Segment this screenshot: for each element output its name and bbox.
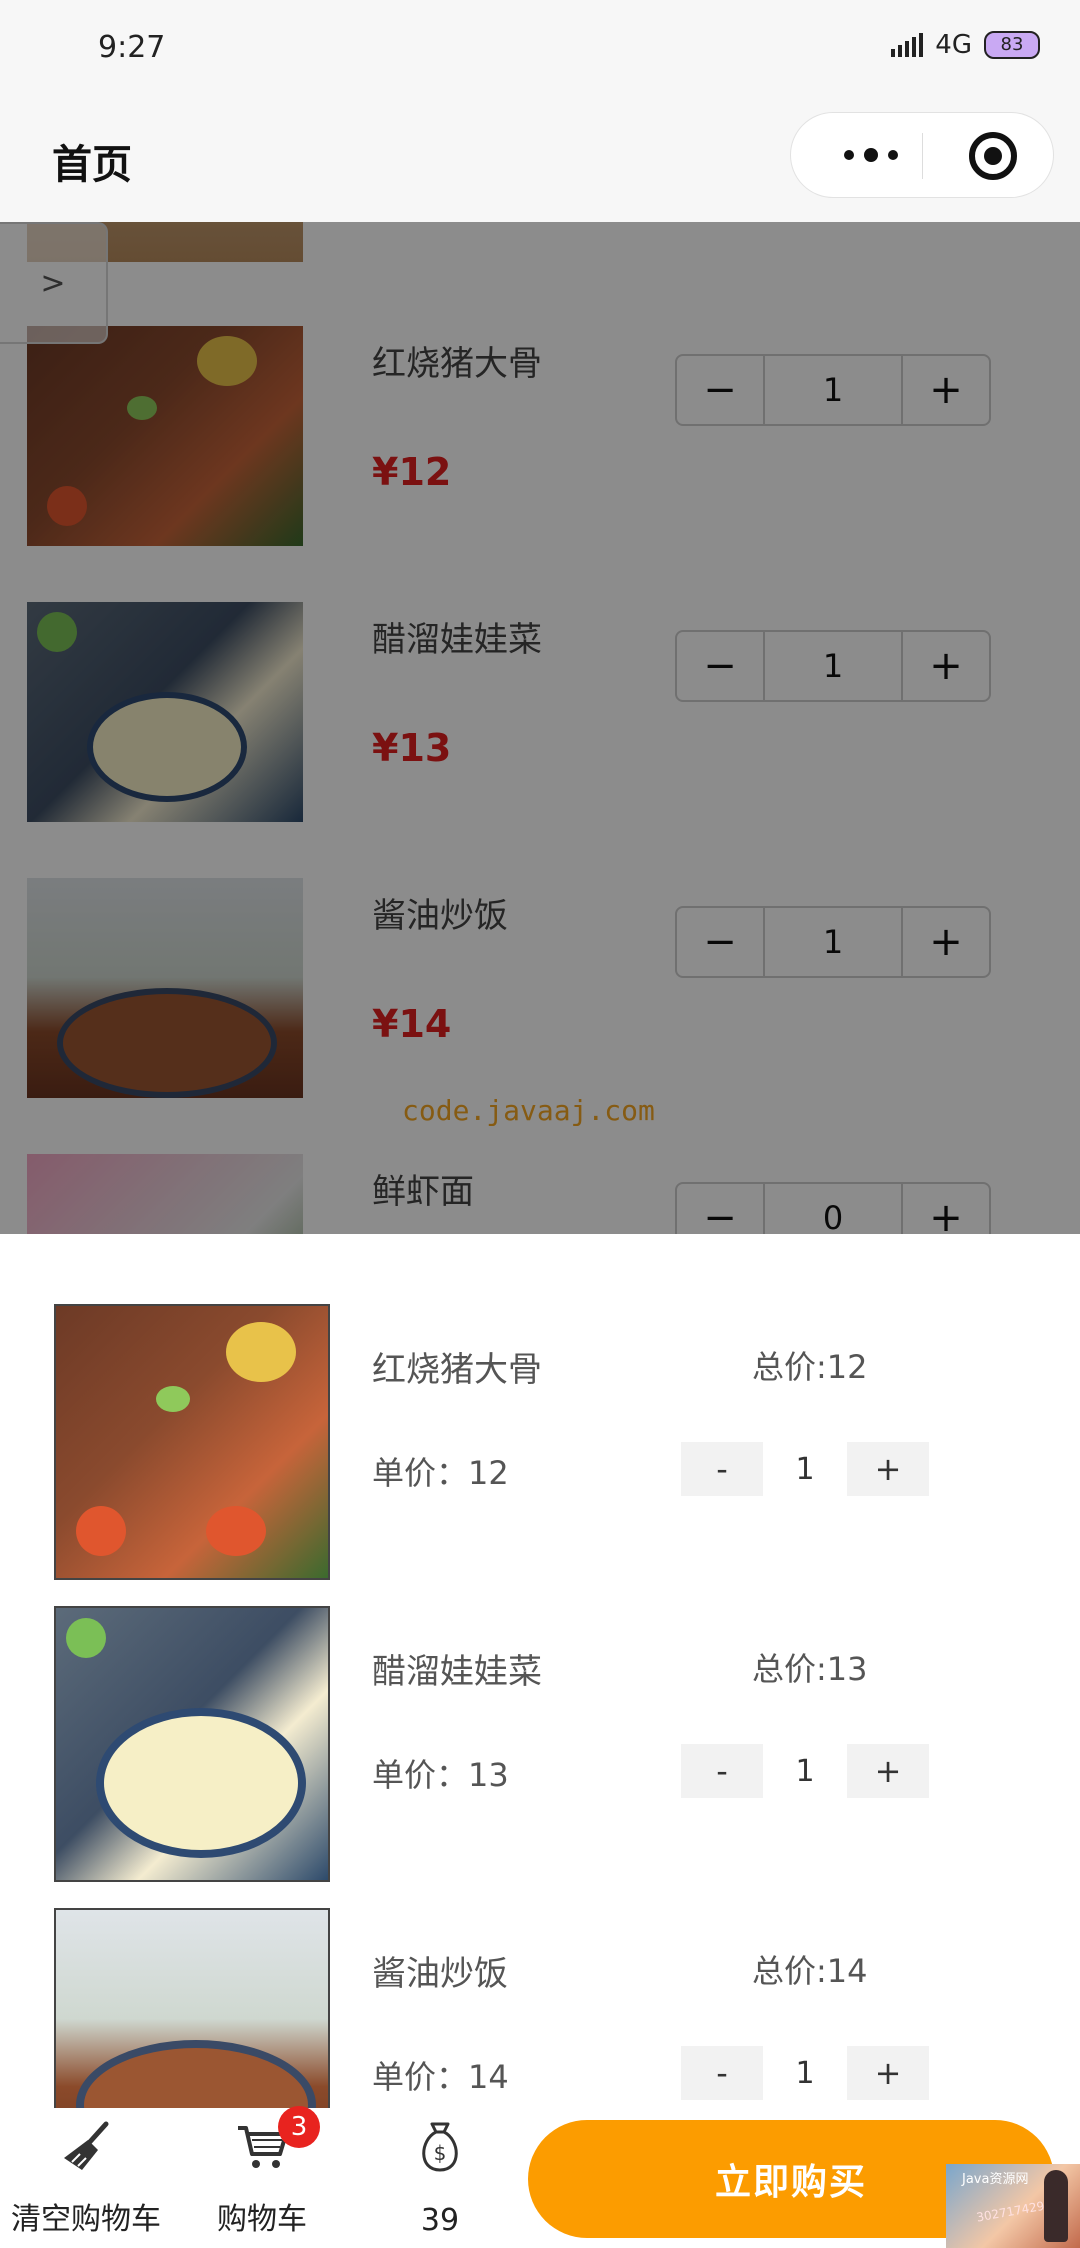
network-type: 4G [935, 30, 972, 60]
quantity-value: 1 [795, 2055, 815, 2091]
clear-cart-button[interactable]: 清空购物车 [4, 2118, 168, 2238]
page-title: 首页 [52, 142, 132, 188]
clear-cart-label: 清空购物车 [11, 2202, 161, 2237]
cart-item: 酱油炒饭 单价：14 总价:14 - 1 + [0, 1838, 1080, 2108]
status-icons: 4G 83 [891, 30, 1040, 60]
watermark-qq: 3027174292 [975, 2197, 1053, 2225]
cart-item-unit-price: 单价：13 [372, 1756, 509, 1794]
decrease-button[interactable]: - [681, 2046, 763, 2100]
cart-icon: 3 [234, 2106, 320, 2174]
cart-item-total: 总价:12 [752, 1348, 868, 1386]
cart-item-name: 醋溜娃娃菜 [372, 1652, 542, 1692]
more-icon[interactable] [831, 135, 911, 175]
status-bar: 9:27 4G 83 [0, 0, 1080, 100]
nav-header: 首页 [0, 100, 1080, 222]
status-time: 9:27 [98, 30, 166, 65]
quantity-value: 1 [795, 1753, 815, 1789]
miniprogram-capsule [790, 112, 1054, 198]
decrease-button[interactable]: - [681, 1744, 763, 1798]
corner-watermark-image: Java资源网 3027174292 [946, 2164, 1080, 2248]
increase-button[interactable]: + [847, 1442, 929, 1496]
bottom-bar: 清空购物车 3 购物车 $ 39 立即购买 [0, 2106, 1080, 2248]
increase-button[interactable]: + [847, 2046, 929, 2100]
svg-text:$: $ [434, 2141, 447, 2165]
cart-item-unit-price: 单价：14 [372, 2058, 509, 2096]
broom-icon [58, 2118, 114, 2174]
cart-item-total: 总价:14 [752, 1952, 868, 1990]
cart-item-name: 红烧猪大骨 [372, 1350, 542, 1390]
cart-label: 购物车 [217, 2202, 307, 2237]
close-target-icon[interactable] [969, 132, 1017, 180]
person-figure [1044, 2170, 1068, 2242]
cart-panel: 红烧猪大骨 单价：12 总价:12 - 1 + 醋溜娃娃菜 单价：13 总价:1… [0, 1234, 1080, 2108]
cart-item-name: 酱油炒饭 [372, 1954, 508, 1994]
watermark-site-name: Java资源网 [962, 2172, 1029, 2187]
cart-count-badge: 3 [278, 2106, 320, 2148]
quantity-value: 1 [795, 1451, 815, 1487]
decrease-button[interactable]: - [681, 1442, 763, 1496]
total-amount-value: 39 [420, 2203, 460, 2238]
battery-icon: 83 [984, 31, 1040, 59]
dish-image [54, 1908, 330, 2108]
cart-button[interactable]: 3 购物车 [206, 2106, 320, 2238]
total-amount: $ 39 [394, 2118, 486, 2238]
overlay-mask[interactable] [0, 222, 1080, 1234]
money-bag-icon: $ [412, 2118, 468, 2174]
signal-icon [891, 33, 924, 57]
cart-item-total: 总价:13 [752, 1650, 868, 1688]
cart-item: 红烧猪大骨 单价：12 总价:12 - 1 + [0, 1234, 1080, 1580]
capsule-divider [922, 133, 923, 179]
cart-item: 醋溜娃娃菜 单价：13 总价:13 - 1 + [0, 1536, 1080, 1882]
increase-button[interactable]: + [847, 1744, 929, 1798]
cart-item-unit-price: 单价：12 [372, 1454, 509, 1492]
